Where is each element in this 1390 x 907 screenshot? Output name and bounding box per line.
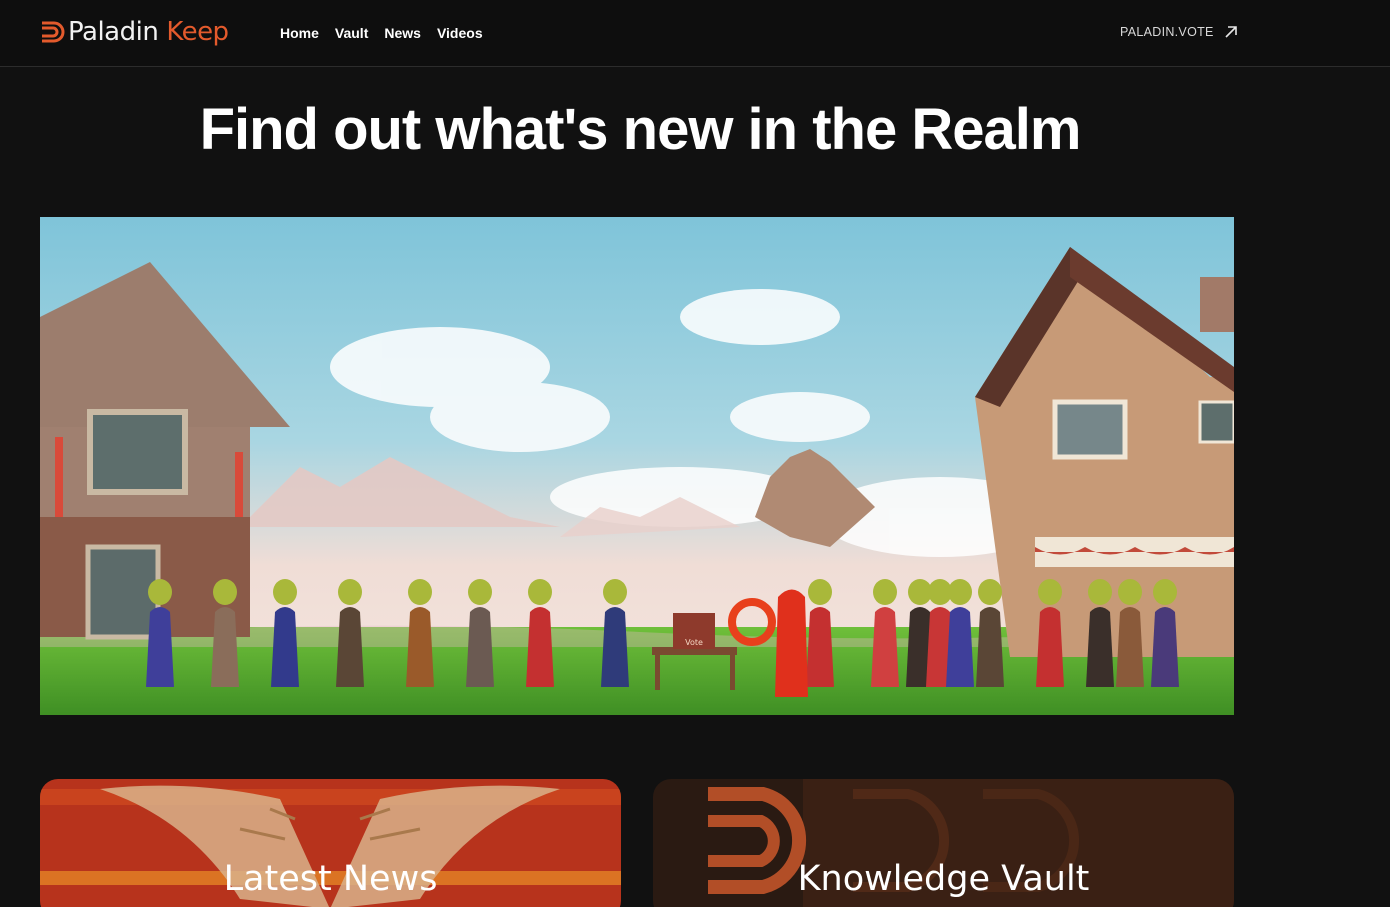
page-title: Find out what's new in the Realm <box>199 97 1082 162</box>
robed-figure <box>406 579 434 687</box>
robed-figure <box>526 579 554 687</box>
nav-home[interactable]: Home <box>280 25 319 41</box>
robed-figure <box>211 579 239 687</box>
robed-figure <box>336 579 364 687</box>
latest-news-card[interactable]: Latest News <box>40 779 621 907</box>
robed-figure <box>271 579 299 687</box>
robed-figure <box>946 579 974 687</box>
arrow-up-right-icon <box>1225 26 1237 38</box>
robed-figure <box>871 579 899 687</box>
vote-box-sign: Vote <box>685 638 703 647</box>
robed-figure <box>1151 579 1179 687</box>
robed-figure <box>976 579 1004 687</box>
logo-text-paladin: Paladin <box>68 17 159 47</box>
robed-figure <box>1036 579 1064 687</box>
top-nav-bar: Paladin Keep Home Vault News Videos PALA… <box>0 0 1390 67</box>
robed-figure <box>806 579 834 687</box>
latest-news-label: Latest News <box>223 859 438 899</box>
hero-image: Vote <box>40 217 1234 715</box>
paladin-logo-icon <box>42 21 65 43</box>
robed-figure <box>146 579 174 687</box>
paladin-vote-link[interactable]: PALADIN.VOTE <box>1120 25 1238 39</box>
paladin-keep-logo[interactable]: Paladin Keep <box>40 14 229 50</box>
knowledge-vault-label: Knowledge Vault <box>797 859 1090 899</box>
voting-scene-illustration: Vote <box>40 217 1234 715</box>
main-nav: Home Vault News Videos <box>280 25 483 41</box>
knowledge-vault-card[interactable]: Knowledge Vault <box>653 779 1234 907</box>
robed-figure <box>601 579 629 687</box>
robed-figure <box>1086 579 1114 687</box>
robed-figure <box>466 579 494 687</box>
paladin-vote-label: PALADIN.VOTE <box>1120 25 1214 39</box>
logo-text-keep: Keep <box>166 17 229 47</box>
nav-news[interactable]: News <box>384 25 421 41</box>
nav-videos[interactable]: Videos <box>437 25 483 41</box>
nav-vault[interactable]: Vault <box>335 25 368 41</box>
robed-figure <box>1116 579 1144 687</box>
